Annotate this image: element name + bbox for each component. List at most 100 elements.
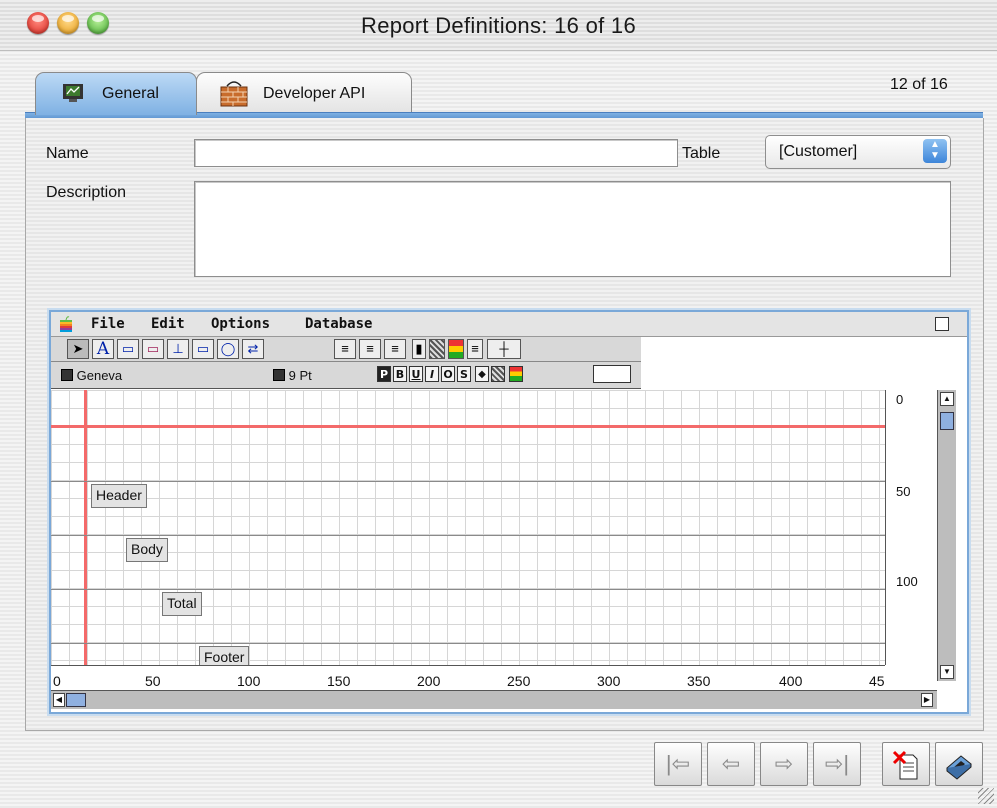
style-shadow[interactable]: S: [457, 366, 471, 382]
save-record-icon: [943, 755, 975, 785]
band-label-header[interactable]: Header: [91, 484, 147, 508]
h-scroll-thumb[interactable]: [66, 693, 86, 707]
previous-record-icon: ⇦: [721, 751, 741, 776]
band-divider-footer[interactable]: [51, 643, 885, 644]
dropdown-icon: [61, 369, 73, 381]
first-record-button[interactable]: |⇦: [654, 742, 702, 786]
oval-tool-icon[interactable]: ◯: [217, 339, 239, 359]
band-label-body[interactable]: Body: [126, 538, 168, 562]
collapse-box-icon[interactable]: [935, 317, 949, 331]
line-weight-icon[interactable]: ≡: [467, 339, 483, 359]
band-label-total[interactable]: Total: [162, 592, 202, 616]
name-field[interactable]: [194, 139, 678, 167]
horizontal-ruler: 0 50 100 150 200 250 300 350 400 45: [51, 665, 885, 691]
h-ruler-label: 50: [145, 673, 161, 689]
last-record-button[interactable]: ⇨|: [813, 742, 861, 786]
reorder-tool-icon[interactable]: ⇄: [242, 339, 264, 359]
font-size: 9 Pt: [288, 368, 312, 383]
h-ruler-label: 350: [687, 673, 711, 689]
top-margin-guide[interactable]: [51, 425, 885, 428]
fill-pattern-icon[interactable]: [491, 366, 505, 382]
fill-color-icon[interactable]: [509, 366, 523, 382]
scroll-up-icon[interactable]: ▲: [940, 392, 954, 406]
scroll-thumb[interactable]: [940, 412, 954, 430]
vertical-ruler: 0 50 100: [885, 390, 938, 665]
scroll-right-icon[interactable]: ▶: [921, 693, 933, 707]
tab-general[interactable]: General: [35, 72, 197, 115]
border-grid-icon[interactable]: ┼: [487, 339, 521, 359]
table-select-value: [Customer]: [779, 143, 858, 160]
previous-record-button[interactable]: ⇦: [707, 742, 755, 786]
save-record-button[interactable]: [935, 742, 983, 786]
record-count: 12 of 16: [890, 76, 948, 93]
v-ruler-label: 100: [896, 574, 918, 589]
format-bar: Geneva 9 Pt P B U I O S ◆: [51, 362, 641, 389]
fill-bucket-icon[interactable]: ◆: [475, 366, 489, 382]
table-select[interactable]: [Customer] ▲ ▼: [765, 135, 951, 169]
tab-general-label: General: [102, 85, 159, 102]
resize-grip-icon[interactable]: [978, 788, 994, 804]
style-underline[interactable]: U: [409, 366, 423, 382]
band-divider-body[interactable]: [51, 535, 885, 536]
style-plain[interactable]: P: [377, 366, 391, 382]
font-name: Geneva: [76, 368, 123, 383]
rectangle-tool-icon[interactable]: ▭: [192, 339, 214, 359]
menu-edit[interactable]: Edit: [151, 316, 185, 332]
h-ruler-label: 250: [507, 673, 531, 689]
picture-tool-icon[interactable]: ▭: [142, 339, 164, 359]
name-label: Name: [46, 145, 89, 162]
last-record-icon: ⇨|: [824, 751, 850, 776]
report-layout-canvas[interactable]: Header Body Total Footer: [51, 390, 885, 665]
apple-menu-icon[interactable]: [59, 316, 73, 336]
align-right-icon[interactable]: ≡: [384, 339, 406, 359]
menu-file[interactable]: File: [91, 316, 125, 332]
style-bold[interactable]: B: [393, 366, 407, 382]
tab-developer-api[interactable]: Developer API: [196, 72, 412, 115]
h-ruler-label: 100: [237, 673, 261, 689]
pattern-icon[interactable]: [429, 339, 445, 359]
text-tool-icon[interactable]: A: [92, 339, 114, 359]
first-record-icon: |⇦: [665, 751, 691, 776]
h-ruler-label: 150: [327, 673, 351, 689]
window-title-bar: Report Definitions: 16 of 16: [0, 0, 997, 51]
scroll-left-icon[interactable]: ◀: [53, 693, 65, 707]
band-label-footer[interactable]: Footer: [199, 646, 250, 665]
h-ruler-label: 200: [417, 673, 441, 689]
band-divider-header[interactable]: [51, 481, 885, 482]
size-menu[interactable]: 9 Pt: [273, 368, 312, 383]
delete-record-icon: [891, 750, 921, 786]
field-tool-icon[interactable]: ▭: [117, 339, 139, 359]
editor-menubar: File Edit Options Database: [51, 312, 967, 337]
tab-developer-api-label: Developer API: [263, 85, 366, 102]
align-left-icon[interactable]: ≡: [334, 339, 356, 359]
font-menu[interactable]: Geneva: [61, 368, 122, 383]
style-italic[interactable]: I: [425, 366, 439, 382]
delete-record-button[interactable]: [882, 742, 930, 786]
horizontal-scrollbar[interactable]: ◀ ▶: [51, 690, 937, 709]
tool-palette: ➤ A ▭ ▭ ⊥ ▭ ◯ ⇄ ≡ ≡ ≡ ▮ ≡ ┼: [51, 337, 641, 362]
next-record-icon: ⇨: [774, 751, 794, 776]
v-ruler-label: 50: [896, 484, 911, 499]
v-ruler-label: 0: [896, 392, 904, 407]
menu-database[interactable]: Database: [305, 316, 372, 332]
vertical-scrollbar[interactable]: ▲ ▼: [937, 390, 956, 681]
description-field[interactable]: [194, 181, 951, 277]
h-ruler-label: 0: [53, 673, 61, 689]
next-record-button[interactable]: ⇨: [760, 742, 808, 786]
description-label: Description: [46, 184, 127, 201]
report-editor: File Edit Options Database ➤ A ▭ ▭ ⊥ ▭ ◯…: [49, 310, 969, 714]
color-icon[interactable]: [448, 339, 464, 359]
table-label: Table: [682, 145, 721, 162]
arrow-tool-icon[interactable]: ➤: [67, 339, 89, 359]
line-tool-icon[interactable]: ⊥: [167, 339, 189, 359]
h-ruler-label: 45: [869, 673, 885, 689]
h-ruler-label: 400: [779, 673, 803, 689]
fill-swatch[interactable]: [593, 365, 631, 383]
pen-icon[interactable]: ▮: [412, 339, 426, 359]
style-outline[interactable]: O: [441, 366, 455, 382]
align-center-icon[interactable]: ≡: [359, 339, 381, 359]
menu-options[interactable]: Options: [211, 316, 270, 332]
left-margin-guide[interactable]: [84, 390, 87, 665]
band-divider-total[interactable]: [51, 589, 885, 590]
scroll-down-icon[interactable]: ▼: [940, 665, 954, 679]
